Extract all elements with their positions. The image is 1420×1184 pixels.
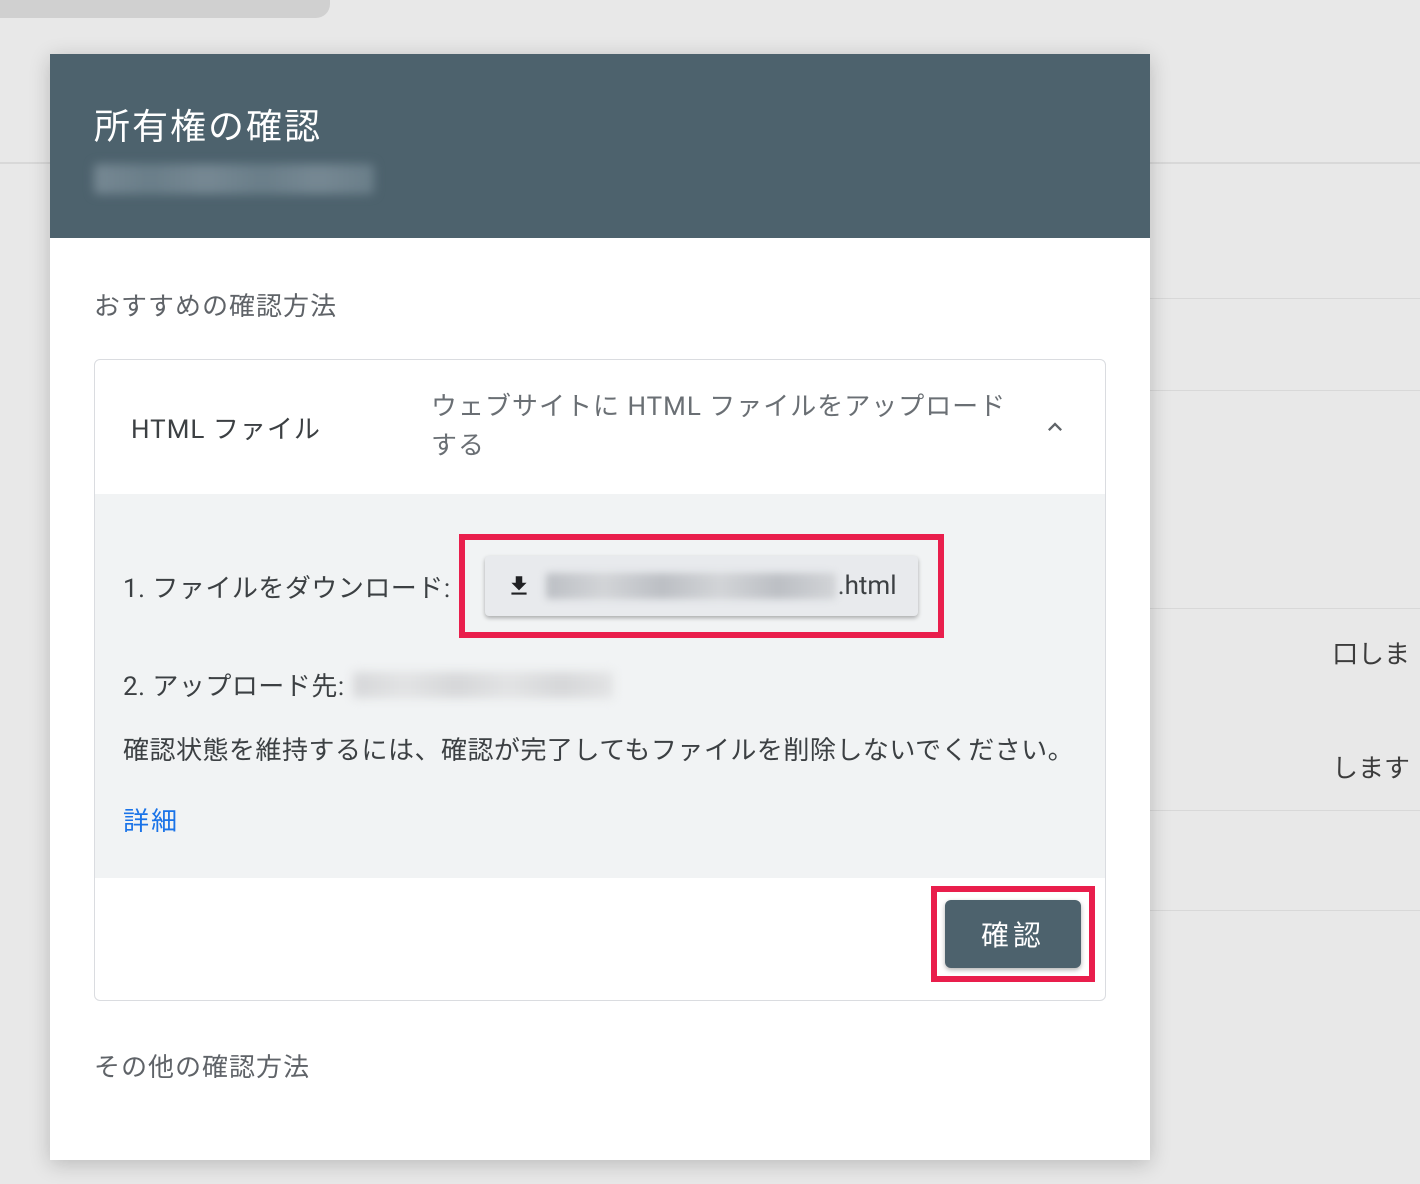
download-file-extension: .html [838,571,897,601]
method-name: HTML ファイル [131,415,321,445]
maintenance-note: 確認状態を維持するには、確認が完了してもファイルを削除しないでください。 [123,731,1077,773]
other-methods-title: その他の確認方法 [94,1047,1106,1084]
card-content: 1. ファイルをダウンロード: .html 2. アップロード先: [95,494,1105,878]
dialog-title: 所有権の確認 [94,98,1106,150]
background-tab-bar [0,0,330,18]
step-2-label: 2. アップロード先: [123,666,345,703]
background-divider [1150,810,1420,811]
step-1-row: 1. ファイルをダウンロード: .html [123,534,1077,638]
dialog-header: 所有権の確認 [50,54,1150,238]
background-text-fragment: します [1332,748,1410,785]
background-text-fragment: 口しま [1332,634,1410,671]
html-file-method-card: HTML ファイル ウェブサイトに HTML ファイルをアップロードする 1. … [94,359,1106,1001]
confirm-button[interactable]: 確認 [945,900,1081,968]
step-1-label: 1. ファイルをダウンロード: [123,568,451,605]
background-divider [1150,298,1420,299]
card-header[interactable]: HTML ファイル ウェブサイトに HTML ファイルをアップロードする [95,360,1105,494]
details-link[interactable]: 詳細 [123,807,179,837]
step-2-row: 2. アップロード先: [123,666,1077,703]
method-description: ウェブサイトに HTML ファイルをアップロードする [431,388,1041,466]
background-divider [1150,608,1420,609]
chevron-up-icon [1041,413,1069,441]
dialog-subtitle-redacted [94,164,374,194]
other-methods-section: その他の確認方法 [94,1047,1106,1084]
confirm-highlight-box: 確認 [931,886,1095,982]
upload-destination-redacted [353,672,613,698]
download-file-button[interactable]: .html [485,556,918,616]
background-divider [1150,390,1420,391]
download-icon [506,573,532,599]
recommended-methods-title: おすすめの確認方法 [94,286,1106,323]
download-highlight-box: .html [459,534,944,638]
background-divider [1150,910,1420,911]
card-footer: 確認 [95,878,1105,1000]
method-name-container: HTML ファイル [131,409,431,446]
dialog-body: おすすめの確認方法 HTML ファイル ウェブサイトに HTML ファイルをアッ… [50,238,1150,1160]
ownership-verification-dialog: 所有権の確認 おすすめの確認方法 HTML ファイル ウェブサイトに HTML … [50,54,1150,1160]
download-filename-redacted [546,573,836,599]
